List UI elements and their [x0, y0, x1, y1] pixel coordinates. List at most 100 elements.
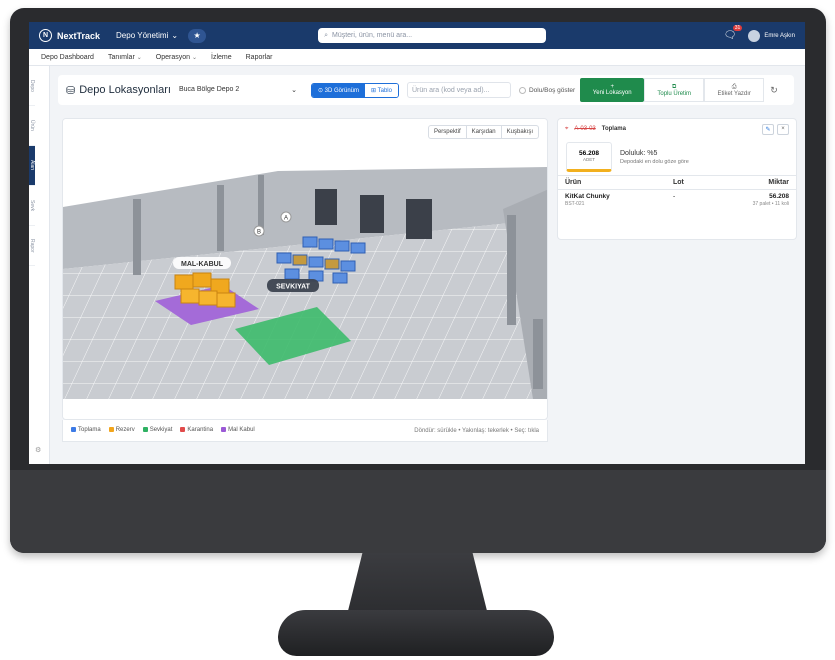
- settings-icon[interactable]: ⚙: [35, 446, 41, 454]
- show-filled-label: Dolu/Boş göster: [528, 86, 576, 94]
- table-row[interactable]: KitKat Chunky BST-021 - 56.208 37 palet …: [558, 190, 796, 210]
- column-header-product: Ürün: [565, 179, 582, 186]
- row-product-cell: KitKat Chunky BST-021: [565, 193, 673, 207]
- camera-front-button[interactable]: Karşıdan: [467, 126, 502, 138]
- column: [533, 319, 543, 389]
- warehouse-select[interactable]: Buca Bölge Depo 2 ⌄: [179, 86, 297, 94]
- nav-label: Tanımlar: [107, 53, 135, 61]
- favorites-button[interactable]: ★: [188, 28, 207, 43]
- legend-label: Rezerv: [115, 427, 135, 434]
- receiving-zone-label: MAL-KABUL: [181, 261, 224, 268]
- app-screen: N NextTrack Depo Yönetimi ⌄ ★ ⌕ Müşteri,…: [29, 22, 805, 464]
- row-lot-cell: -: [673, 193, 676, 200]
- top-menu-depo[interactable]: Depo Yönetimi ⌄: [116, 31, 178, 40]
- nav-item-definitions[interactable]: Tanımlar ⌄: [108, 54, 142, 61]
- controls-hint: Döndür: sürükle • Yakınlaş: tekerlek • S…: [414, 427, 539, 434]
- print-label-button[interactable]: ⎙ Etiket Yazdır: [704, 78, 765, 102]
- column: [133, 199, 141, 275]
- sidebar-item-urun[interactable]: Ürün: [29, 106, 35, 146]
- tab-table-view[interactable]: ⊞ Tablo: [365, 83, 398, 97]
- fill-info: Doluluk: %5 Depodaki en dolu göze göre: [620, 150, 689, 165]
- dock-door: [406, 199, 432, 239]
- warehouse-3d-view[interactable]: MAL-KABUL SEVKIYAT A B Perspektif Karşıd…: [62, 118, 548, 420]
- product-search-placeholder: Ürün ara (kod veya ad)...: [411, 86, 490, 94]
- print-label-text: Etiket Yazdır: [717, 90, 751, 97]
- legend-label: Toplama: [78, 427, 101, 434]
- camera-perspective-button[interactable]: Perspektif: [429, 126, 467, 138]
- tab-label: Tablo: [377, 87, 392, 94]
- new-location-label: Yeni Lokasyon: [592, 90, 632, 96]
- global-search-input[interactable]: ⌕ Müşteri, ürün, menü ara...: [318, 28, 547, 43]
- bulk-create-label: Toplu Üretim: [657, 90, 692, 97]
- user-menu[interactable]: Emre Aşkın: [748, 29, 795, 42]
- sidebar-item-rapor[interactable]: Rapor: [29, 226, 35, 266]
- row-qty-cell: 56.208 37 palet • 11 koli: [733, 193, 789, 207]
- product-search-input[interactable]: Ürün ara (kod veya ad)...: [406, 82, 511, 98]
- location-pin-icon: ⌖: [565, 125, 569, 132]
- monitor-mockup: N NextTrack Depo Yönetimi ⌄ ★ ⌕ Müşteri,…: [0, 0, 835, 660]
- product-sku: BST-021: [565, 201, 585, 207]
- sidebar-item-sevk[interactable]: Sevk: [29, 186, 35, 226]
- nav-item-dashboard[interactable]: Depo Dashboard: [41, 54, 94, 61]
- chevron-down-icon: ⌄: [136, 54, 142, 61]
- top-right-area: 🗨 31 Emre Aşkın: [723, 25, 795, 42]
- user-name: Emre Aşkın: [764, 32, 795, 39]
- legend-swatch: [71, 427, 76, 433]
- avatar: [748, 29, 761, 42]
- legend-swatch: [142, 427, 148, 433]
- show-filled-toggle[interactable]: Dolu/Boş göster: [518, 86, 576, 94]
- legend-label: Karantina: [187, 427, 214, 434]
- column: [507, 215, 516, 325]
- sidebar-item-alan[interactable]: Alan: [29, 146, 35, 186]
- camera-mode-buttons: Perspektif Karşıdan Kuşbakışı: [427, 125, 539, 139]
- page-title-text: Depo Lokasyonları: [79, 84, 171, 96]
- page-toolbar: ⛁ Depo Lokasyonları Buca Bölge Depo 2 ⌄ …: [58, 75, 794, 105]
- nav-item-monitoring[interactable]: İzleme: [211, 54, 232, 61]
- new-location-button[interactable]: + Yeni Lokasyon: [580, 78, 645, 102]
- nav-item-operations[interactable]: Operasyon ⌄: [156, 54, 197, 61]
- chat-icon: 🗨: [723, 30, 737, 41]
- sidebar-item-depo[interactable]: Depo: [29, 66, 35, 106]
- notification-badge: 31: [732, 25, 743, 31]
- star-icon: ★: [193, 31, 201, 40]
- nav-item-reports[interactable]: Raporlar: [246, 54, 273, 61]
- chevron-down-icon: ⌄: [291, 87, 297, 94]
- warehouse-select-value: Buca Bölge Depo 2: [178, 86, 240, 93]
- bulk-create-button[interactable]: ⧉ Toplu Üretim: [644, 78, 705, 102]
- close-icon[interactable]: ×: [777, 123, 789, 135]
- product-name: KitKat Chunky: [565, 193, 610, 200]
- tab-label: 3D Görünüm: [324, 87, 360, 94]
- brand-logo[interactable]: N NextTrack: [39, 29, 100, 42]
- quantity-unit: ADET: [582, 157, 595, 162]
- nav-label: Operasyon: [155, 53, 191, 61]
- detail-stats: 56.208 ADET Doluluk: %5 Depodaki en dolu…: [558, 139, 796, 175]
- location-code: A-03-03: [574, 126, 596, 132]
- cube-icon: ⊙: [317, 87, 323, 94]
- page-title: ⛁ Depo Lokasyonları: [66, 84, 171, 97]
- top-bar: N NextTrack Depo Yönetimi ⌄ ★ ⌕ Müşteri,…: [29, 22, 805, 49]
- toggle-circle: [518, 86, 526, 94]
- camera-top-button[interactable]: Kuşbakışı: [502, 126, 538, 138]
- view-toggle: ⊙ 3D Görünüm ⊞ Tablo: [310, 82, 399, 98]
- legend-swatch: [221, 427, 227, 433]
- quantity-card: 56.208 ADET: [566, 142, 612, 172]
- notifications-button[interactable]: 🗨 31: [723, 25, 743, 41]
- boxes-icon: ⛁: [66, 84, 76, 97]
- legend-item-toplama: Toplama: [71, 427, 101, 434]
- column-header-lot: Lot: [673, 179, 684, 186]
- dock-door: [315, 189, 337, 225]
- detail-actions: ✎ ×: [762, 123, 789, 135]
- dock-door: [360, 195, 384, 233]
- legend-item-rezerv: Rezerv: [108, 427, 135, 434]
- main-nav: Depo Dashboard Tanımlar ⌄ Operasyon ⌄ İz…: [29, 49, 805, 66]
- row-qty-value: 56.208: [769, 193, 789, 200]
- legend-swatch: [108, 427, 114, 433]
- location-type: Toplama: [601, 126, 626, 132]
- marker-a-label: A: [284, 216, 288, 222]
- legend-item-sevkiyat: Sevkiyat: [142, 427, 172, 434]
- tab-3d-view[interactable]: ⊙ 3D Görünüm: [311, 83, 366, 97]
- brand-icon: N: [39, 29, 52, 42]
- refresh-icon[interactable]: ↻: [770, 85, 778, 96]
- legend-swatch: [180, 427, 186, 433]
- edit-icon[interactable]: ✎: [762, 123, 774, 135]
